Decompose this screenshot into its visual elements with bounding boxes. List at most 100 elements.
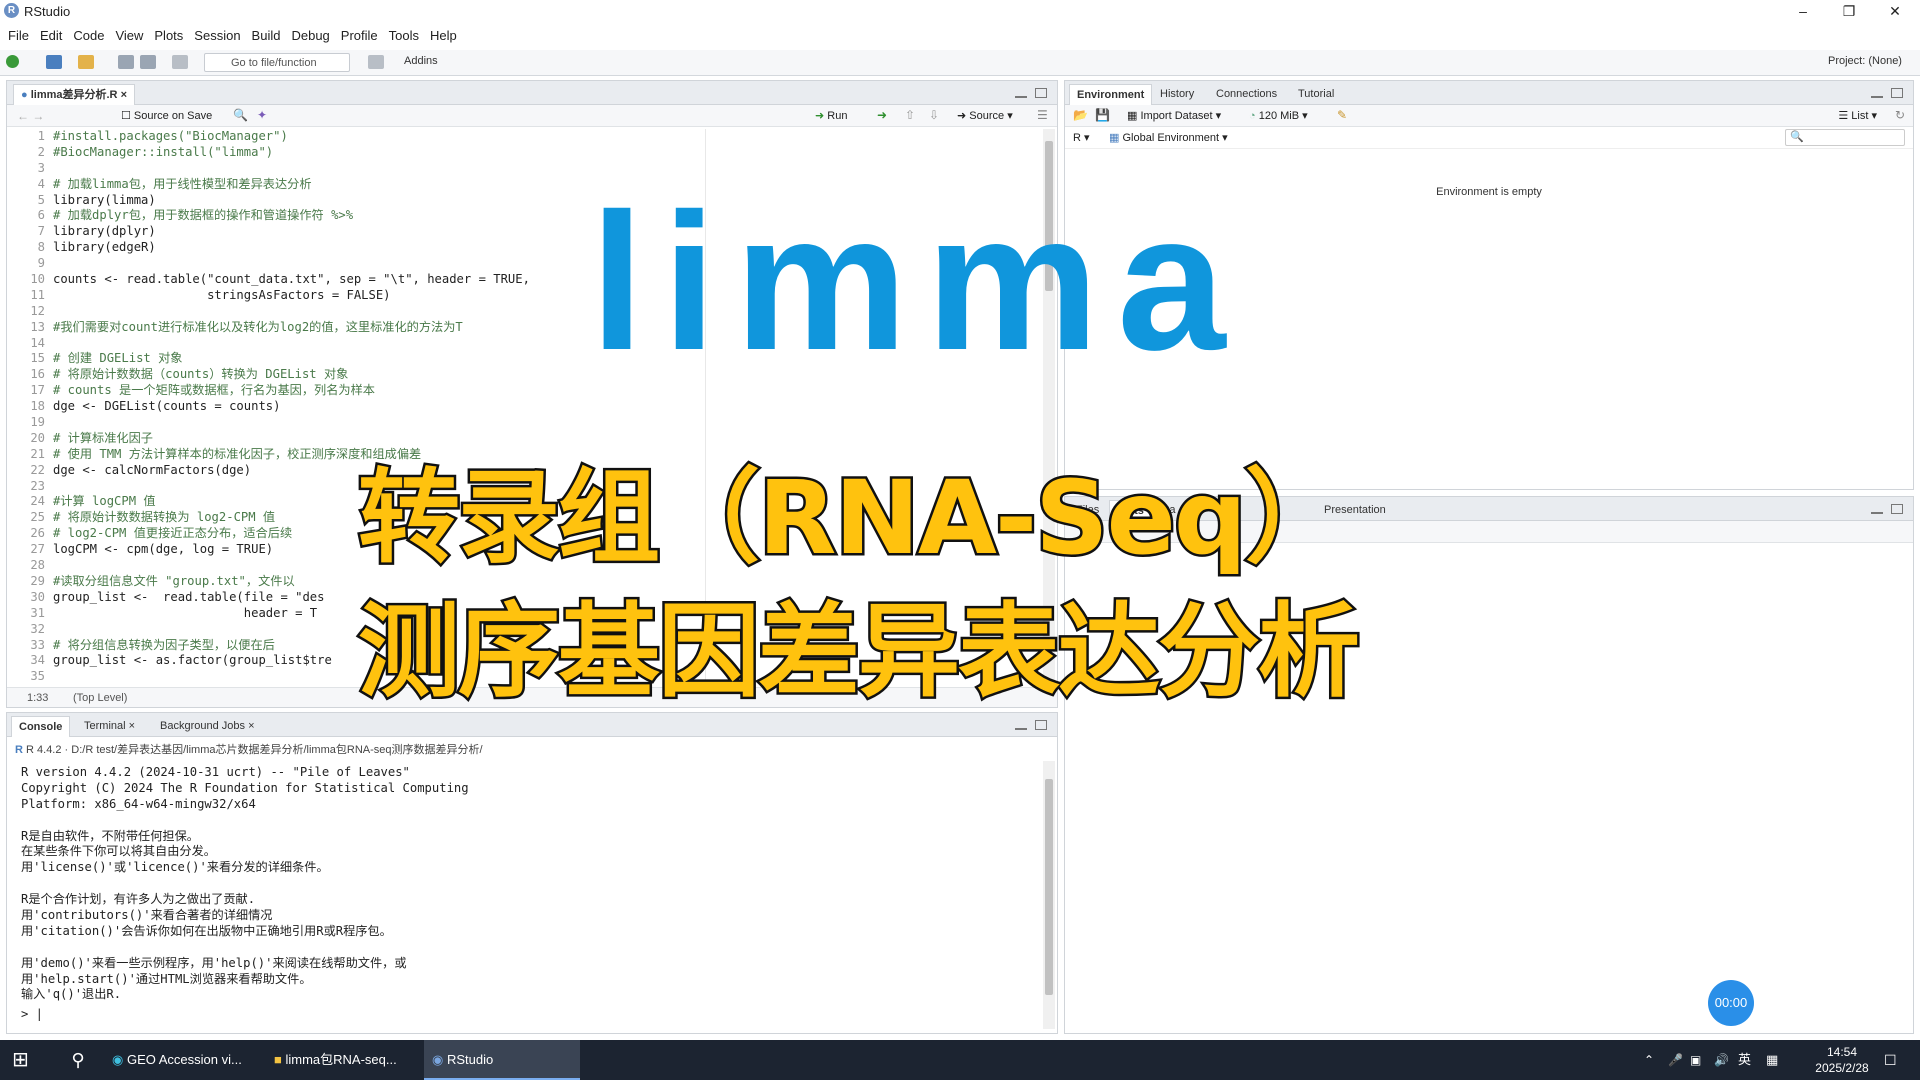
minimize-pane-icon[interactable] <box>1871 88 1883 98</box>
menu-profile[interactable]: Profile <box>341 24 378 48</box>
grid-layout-icon[interactable] <box>368 55 384 69</box>
console-line: R是个合作计划，有许多人为之做出了贡献. <box>21 892 256 907</box>
tab-environment[interactable]: Environment <box>1069 84 1153 105</box>
tab-console[interactable]: Console <box>11 716 71 737</box>
microphone-icon[interactable]: 🎤 <box>1668 1040 1683 1080</box>
code-line[interactable]: 2 #BiocManager::install("limma") <box>7 145 1037 161</box>
menu-file[interactable]: File <box>8 24 29 48</box>
close-tab-icon[interactable]: × <box>129 720 135 732</box>
line-number: 28 <box>30 558 45 573</box>
console-line: 用'contributors()'来看合著者的详细情况 <box>21 908 273 923</box>
console-scroll-thumb[interactable] <box>1045 779 1053 995</box>
line-number: 15 <box>30 351 45 366</box>
network-icon[interactable]: ▣ <box>1690 1040 1701 1080</box>
rerun-icon[interactable]: ➜ <box>877 108 887 122</box>
maximize-pane-icon[interactable] <box>1035 88 1047 98</box>
restore-button[interactable]: ❐ <box>1826 0 1872 22</box>
code-line[interactable]: 19 <box>7 415 1037 431</box>
code-line[interactable]: 18 dge <- DGEList(counts = counts) <box>7 399 1037 415</box>
taskbar-item-edge[interactable]: ◉ GEO Accession vi... <box>106 1040 258 1080</box>
editor-toolbar: ← → ☐ Source on Save 🔍 ✦ ➜ Run ➜ ⇧ ⇩ ➜ S… <box>7 105 1057 127</box>
line-number: 10 <box>30 272 45 287</box>
language-select[interactable]: R ▾ <box>1073 131 1090 144</box>
down-arrow-icon[interactable]: ⇩ <box>929 108 939 122</box>
up-arrow-icon[interactable]: ⇧ <box>905 108 915 122</box>
maximize-pane-icon[interactable] <box>1035 720 1047 730</box>
code-text: #install.packages("BiocManager") <box>53 129 288 143</box>
list-view-menu[interactable]: ☰ List ▾ <box>1838 109 1877 122</box>
save-all-icon[interactable] <box>140 55 156 69</box>
scope-select[interactable]: ▦ Global Environment ▾ <box>1109 131 1228 144</box>
env-search-input[interactable]: 🔍 <box>1785 129 1905 146</box>
notification-icon[interactable]: ☐ <box>1884 1040 1897 1080</box>
tab-background-jobs[interactable]: Background Jobs × <box>153 716 262 737</box>
menu-build[interactable]: Build <box>252 24 281 48</box>
menu-code[interactable]: Code <box>73 24 104 48</box>
menu-help[interactable]: Help <box>430 24 457 48</box>
console-prompt[interactable]: > | <box>21 1007 43 1021</box>
menu-view[interactable]: View <box>115 24 143 48</box>
windows-start-icon[interactable]: ⊞ <box>12 1040 52 1080</box>
close-button[interactable]: ✕ <box>1872 0 1918 22</box>
save-icon[interactable] <box>118 55 134 69</box>
line-number: 31 <box>30 605 45 620</box>
ime-mode-icon[interactable]: ▦ <box>1766 1040 1778 1080</box>
terminal-label: Terminal <box>84 720 126 732</box>
open-file-icon[interactable] <box>78 55 94 69</box>
recording-timer[interactable]: 00:00 <box>1708 980 1754 1026</box>
code-text: # 加载limma包，用于线性模型和差异表达分析 <box>53 176 312 191</box>
line-number: 33 <box>30 637 45 652</box>
menu-tools[interactable]: Tools <box>389 24 419 48</box>
minimize-button[interactable]: – <box>1780 0 1826 22</box>
source-on-save-checkbox[interactable]: ☐ Source on Save <box>121 109 212 122</box>
env-toolbar: 📂 💾 ▦ Import Dataset ▾ ◔ 120 MiB ▾ ✎ ☰ L… <box>1065 105 1913 127</box>
tray-chevron-icon[interactable]: ⌃ <box>1644 1040 1654 1080</box>
close-tab-icon[interactable]: × <box>121 89 127 101</box>
line-number: 9 <box>37 256 45 271</box>
import-dataset-button[interactable]: ▦ Import Dataset ▾ <box>1127 109 1221 122</box>
tab-history[interactable]: History <box>1153 84 1201 105</box>
save-workspace-icon[interactable]: 💾 <box>1095 108 1110 122</box>
editor-file-tab[interactable]: ● limma差异分析.R × <box>13 84 135 105</box>
minimize-pane-icon[interactable] <box>1015 720 1027 730</box>
taskbar-item-folder[interactable]: ■ limma包RNA-seq... <box>268 1040 418 1080</box>
scope-indicator[interactable]: (Top Level) <box>73 692 127 704</box>
close-tab-icon[interactable]: × <box>248 720 254 732</box>
menu-edit[interactable]: Edit <box>40 24 62 48</box>
refresh-icon[interactable]: ↻ <box>1895 108 1905 122</box>
source-button[interactable]: ➜ Source ▾ <box>957 109 1013 122</box>
ime-indicator[interactable]: 英 <box>1738 1040 1751 1080</box>
tab-tutorial[interactable]: Tutorial <box>1291 84 1341 105</box>
addins-menu[interactable]: Addins <box>404 55 438 67</box>
memory-usage[interactable]: ◔ 120 MiB ▾ <box>1249 109 1308 122</box>
console-scrollbar[interactable] <box>1043 761 1055 1029</box>
code-tools-icon[interactable]: ✦ <box>257 108 267 122</box>
search-icon[interactable]: 🔍 <box>233 108 248 122</box>
search-icon[interactable]: ⚲ <box>58 1040 98 1080</box>
minimize-pane-icon[interactable] <box>1015 88 1027 98</box>
project-menu[interactable]: Project: (None) <box>1828 55 1902 67</box>
code-line[interactable]: 1 #install.packages("BiocManager") <box>7 129 1037 145</box>
new-project-icon[interactable] <box>46 55 62 69</box>
menu-plots[interactable]: Plots <box>154 24 183 48</box>
outline-icon[interactable]: ☰ <box>1037 108 1048 122</box>
tab-terminal[interactable]: Terminal × <box>77 716 142 737</box>
maximize-pane-icon[interactable] <box>1891 504 1903 514</box>
tab-connections[interactable]: Connections <box>1209 84 1284 105</box>
menu-session[interactable]: Session <box>194 24 240 48</box>
back-arrow-icon[interactable]: ← → <box>17 109 44 123</box>
maximize-pane-icon[interactable] <box>1891 88 1903 98</box>
volume-icon[interactable]: 🔊 <box>1714 1040 1729 1080</box>
minimize-pane-icon[interactable] <box>1871 504 1883 514</box>
taskbar-item-rstudio[interactable]: ◉ RStudio <box>424 1040 580 1080</box>
broom-icon[interactable]: ✎ <box>1337 108 1347 122</box>
clock[interactable]: 14:54 2025/2/28 <box>1806 1040 1878 1080</box>
code-line[interactable]: 20 # 计算标准化因子 <box>7 431 1037 447</box>
new-file-icon[interactable] <box>6 55 19 68</box>
menu-debug[interactable]: Debug <box>291 24 329 48</box>
run-button[interactable]: ➜ Run <box>815 109 847 122</box>
load-workspace-icon[interactable]: 📂 <box>1073 108 1088 122</box>
console-output: R version 4.4.2 (2024-10-31 ucrt) -- "Pi… <box>21 765 469 1033</box>
print-icon[interactable] <box>172 55 188 69</box>
goto-file-input[interactable]: Go to file/function <box>204 53 350 72</box>
